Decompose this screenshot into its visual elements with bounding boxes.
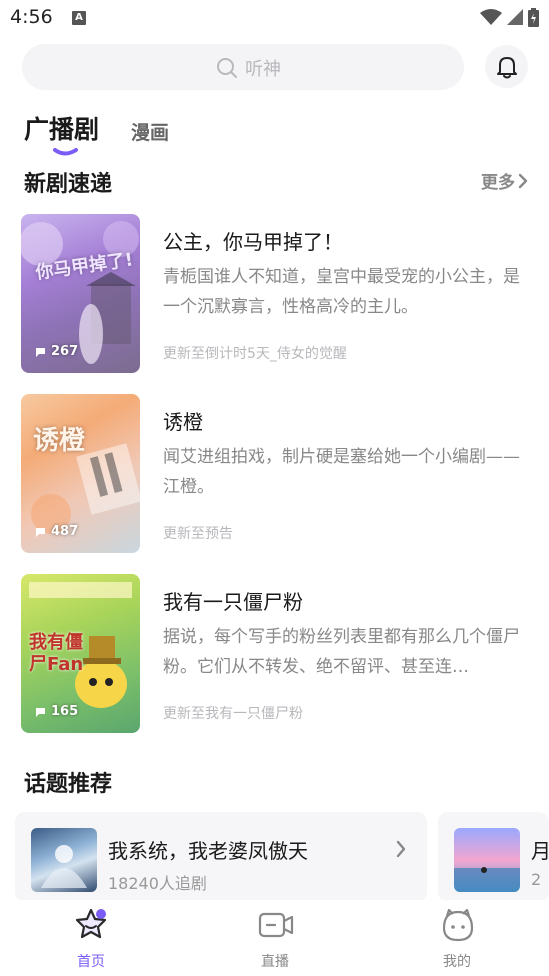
drama-cover[interactable]: 诱橙 487 xyxy=(21,394,140,553)
thumbnail-art xyxy=(41,845,87,888)
drama-item[interactable]: 我有僵尸Fan 165 我有一只僵尸粉 据说，每个写手的粉丝列表里都有那么几个僵… xyxy=(21,574,531,734)
battery-icon xyxy=(528,7,539,27)
drama-item[interactable]: 你马甲掉了! 267 公主，你马甲掉了！ 青栀国谁人不知道，皇宫中最受宠的小公主… xyxy=(21,214,531,374)
drama-update: 更新至我有一只僵尸粉 xyxy=(163,706,303,722)
nav-profile[interactable]: 我的 xyxy=(397,900,517,976)
play-count-value: 487 xyxy=(51,524,79,539)
section-title-topics: 话题推荐 xyxy=(24,772,113,797)
nav-live-label: 直播 xyxy=(261,954,289,970)
search-placeholder: 听神 xyxy=(245,59,281,80)
chevron-right-icon xyxy=(396,840,406,858)
play-count-value: 267 xyxy=(51,344,79,359)
topic-followers: 2 xyxy=(531,870,542,889)
drama-update: 更新至倒计时5天_侍女的觉醒 xyxy=(163,346,347,362)
drama-title: 公主，你马甲掉了！ xyxy=(163,230,343,254)
play-count-icon xyxy=(36,707,45,717)
play-count: 165 xyxy=(35,704,78,719)
tab-active-indicator xyxy=(53,148,78,156)
bottom-navigation: 首页 直播 我的 xyxy=(0,900,549,976)
topic-card[interactable]: 我系统，我老婆凤傲天 18240人追剧 xyxy=(15,812,427,902)
drama-description: 青栀国谁人不知道，皇宫中最受宠的小公主，是一个沉默寡言，性格高冷的主儿。 xyxy=(163,267,520,317)
search-icon xyxy=(217,58,237,78)
bell-icon xyxy=(497,57,517,79)
wifi-icon xyxy=(480,9,502,25)
search-bar[interactable]: 听神 xyxy=(22,44,464,90)
drama-item[interactable]: 诱橙 487 诱橙 闻艾进组拍戏，制片硬是塞给她一个小编剧——江橙。 更新至预告 xyxy=(21,394,531,554)
section-title-new-dramas: 新剧速递 xyxy=(24,172,113,197)
drama-cover[interactable]: 我有僵尸Fan 165 xyxy=(21,574,140,733)
topic-thumbnail xyxy=(31,828,97,892)
nav-home-label: 首页 xyxy=(77,954,105,970)
drama-title: 诱橙 xyxy=(163,410,203,434)
drama-update: 更新至预告 xyxy=(163,526,233,542)
home-star-icon xyxy=(75,908,107,939)
cover-title: 我有僵尸Fan xyxy=(29,632,84,675)
status-bar: 4:56 A xyxy=(0,0,549,34)
play-count: 267 xyxy=(35,344,78,359)
nav-profile-label: 我的 xyxy=(443,954,471,970)
topic-card[interactable]: 月 2 xyxy=(438,812,549,902)
play-count-icon xyxy=(36,347,45,357)
drama-description: 据说，每个写手的粉丝列表里都有那么几个僵尸粉。它们从不转发、绝不留评、甚至连… xyxy=(163,627,520,677)
profile-face-icon xyxy=(442,908,474,942)
chevron-right-icon xyxy=(518,173,528,188)
topic-name: 月 xyxy=(531,839,549,863)
topic-followers: 18240人追剧 xyxy=(108,874,207,893)
more-button[interactable]: 更多 xyxy=(481,168,529,193)
drama-cover[interactable]: 你马甲掉了! 267 xyxy=(21,214,140,373)
drama-title: 我有一只僵尸粉 xyxy=(163,590,303,614)
notification-button[interactable] xyxy=(485,45,528,88)
thumbnail-art xyxy=(454,867,520,892)
play-count-value: 165 xyxy=(51,704,79,719)
system-icons xyxy=(480,7,539,27)
tab-comics[interactable]: 漫画 xyxy=(131,118,169,145)
play-count: 487 xyxy=(35,524,78,539)
status-time: 4:56 xyxy=(10,6,53,28)
drama-description: 闻艾进组拍戏，制片硬是塞给她一个小编剧——江橙。 xyxy=(163,447,520,497)
play-count-icon xyxy=(36,527,45,537)
notification-a-icon: A xyxy=(72,11,86,25)
more-label: 更多 xyxy=(481,173,515,193)
nav-home[interactable]: 首页 xyxy=(31,900,151,976)
nav-live[interactable]: 直播 xyxy=(215,900,335,976)
cover-title: 诱橙 xyxy=(33,426,86,456)
signal-icon xyxy=(507,9,523,25)
video-camera-icon xyxy=(258,912,294,938)
tab-radio-drama[interactable]: 广播剧 xyxy=(24,110,99,146)
topic-thumbnail xyxy=(454,828,520,892)
topic-name: 我系统，我老婆凤傲天 xyxy=(108,839,308,863)
